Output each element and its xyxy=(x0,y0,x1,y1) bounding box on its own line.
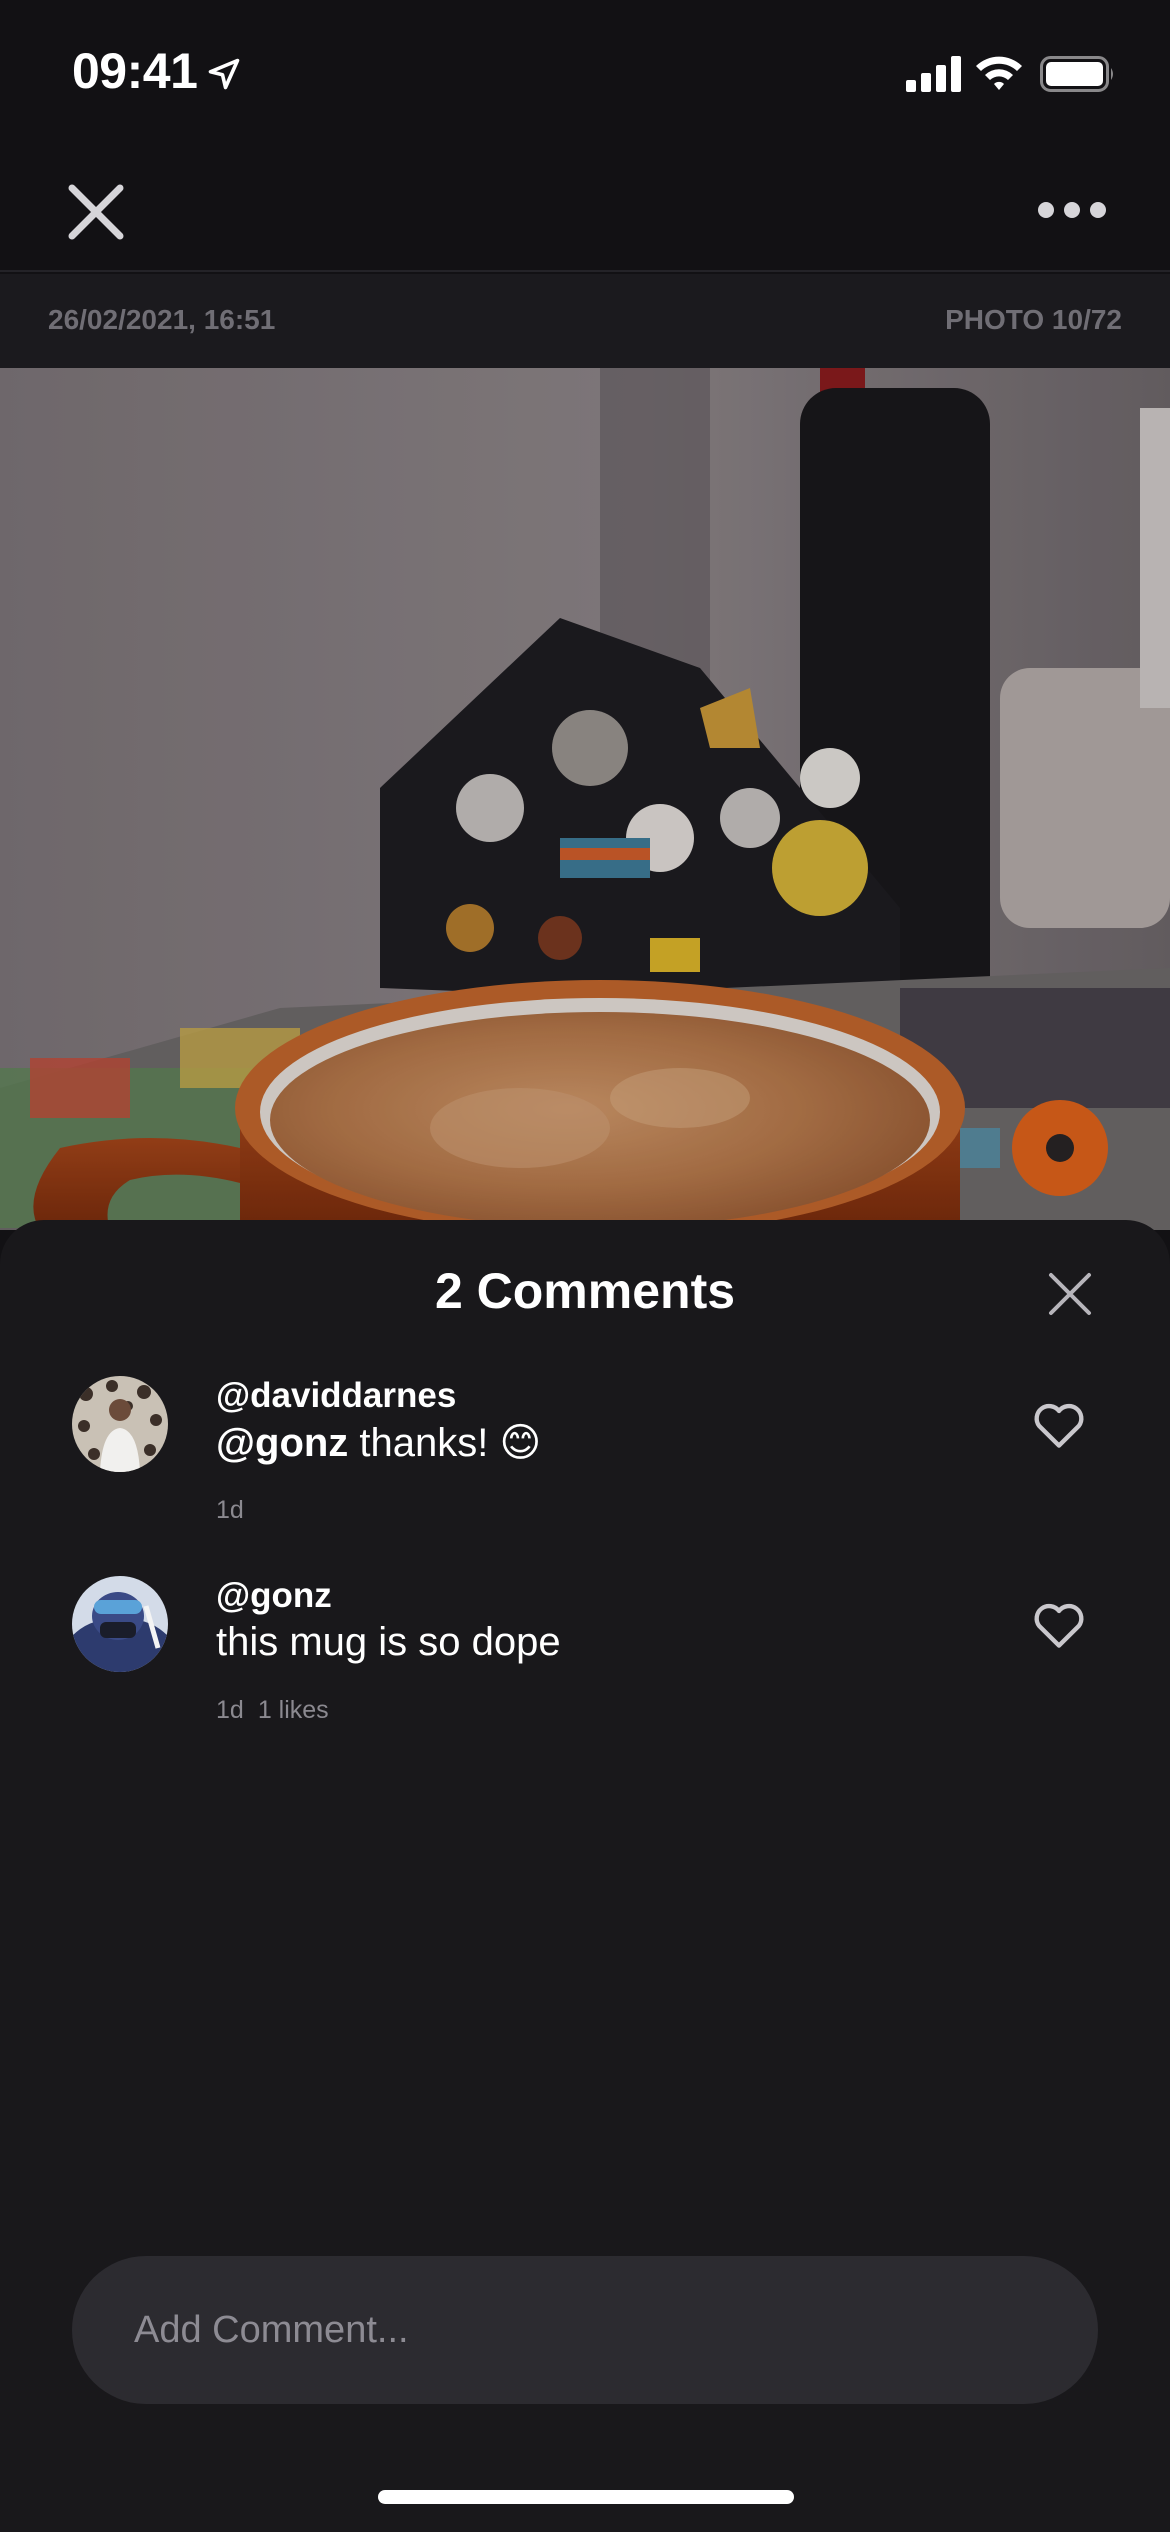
avatar-image xyxy=(72,1376,168,1472)
photo-date: 26/02/2021, 16:51 xyxy=(48,304,276,335)
comment-age: 1d xyxy=(216,1496,244,1524)
comments-title: 2 Comments xyxy=(434,1263,736,1319)
heart-icon[interactable] xyxy=(1030,1596,1088,1654)
comment-username[interactable]: @daviddarnes xyxy=(216,1376,456,1416)
more-icon xyxy=(1038,202,1106,218)
comment-text: this mug is so dope xyxy=(216,1620,561,1665)
avatar-image xyxy=(72,1576,168,1672)
comment-item: @daviddarnes @gonz thanks! 😊 1d xyxy=(0,1376,1170,1546)
avatar[interactable] xyxy=(72,1376,168,1472)
location-arrow-icon xyxy=(208,58,240,90)
comment-input[interactable] xyxy=(72,2256,1098,2404)
avatar[interactable] xyxy=(72,1576,168,1672)
status-bar: 09:41 xyxy=(0,0,1170,140)
comment-mention[interactable]: @gonz xyxy=(216,1421,348,1465)
photo-image[interactable] xyxy=(0,368,1170,1230)
comment-input-container xyxy=(72,2256,1098,2404)
comment-likes[interactable]: 1 likes xyxy=(258,1696,329,1724)
close-icon xyxy=(68,184,124,240)
wifi-icon xyxy=(976,56,1022,90)
comment-text: @gonz thanks! 😊 xyxy=(216,1420,541,1466)
heart-icon[interactable] xyxy=(1030,1396,1088,1454)
comment-item: @gonz this mug is so dope 1d 1 likes xyxy=(0,1576,1170,1746)
signal-icon xyxy=(906,56,961,92)
close-comments-button[interactable] xyxy=(1040,1264,1100,1324)
top-nav xyxy=(0,140,1170,272)
comment-age: 1d xyxy=(216,1696,244,1724)
home-indicator[interactable] xyxy=(378,2490,794,2504)
comment-body: this mug is so dope xyxy=(216,1620,561,1664)
comment-username[interactable]: @gonz xyxy=(216,1576,332,1616)
more-options-button[interactable] xyxy=(1030,190,1114,230)
close-button[interactable] xyxy=(60,176,132,248)
photo-meta-bar: 26/02/2021, 16:51 PHOTO 10/72 xyxy=(0,274,1170,368)
battery-icon xyxy=(1040,56,1113,92)
photo-counter: PHOTO 10/72 xyxy=(945,304,1122,335)
comment-meta: 1d xyxy=(216,1496,258,1525)
status-time: 09:41 xyxy=(72,43,198,99)
photo-illustration xyxy=(0,368,1170,1230)
comment-body: thanks! 😊 xyxy=(348,1421,542,1465)
close-icon xyxy=(1049,1273,1091,1315)
comment-meta: 1d 1 likes xyxy=(216,1696,329,1725)
